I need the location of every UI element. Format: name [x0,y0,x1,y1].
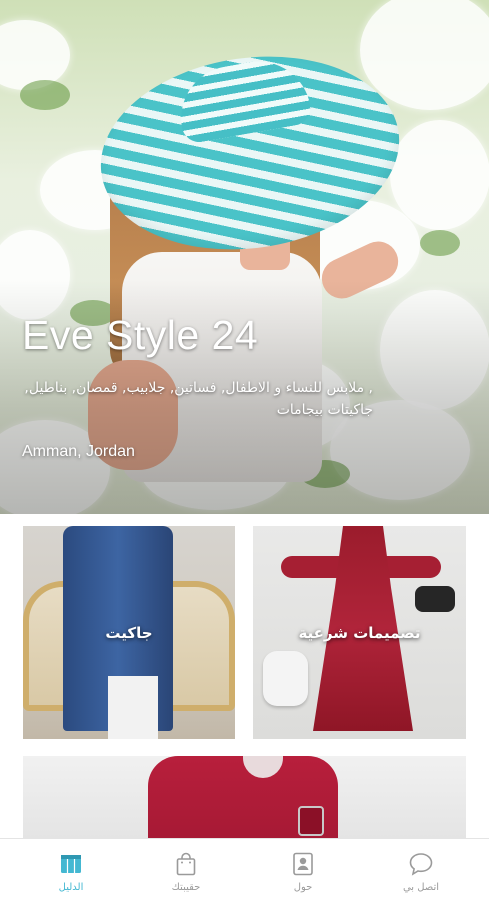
contact-card-icon [293,852,313,876]
category-card-shirt[interactable] [23,756,466,846]
directory-icon [61,855,81,873]
tab-label: حول [293,882,313,893]
tab-about[interactable]: حول [244,839,362,901]
bottom-tab-bar: اتصل بي حول حقيبتك الدليل [0,838,489,901]
category-label: جاكيت [105,623,153,642]
store-description: , ملابس للنساء و الاطفال, فساتين, جلابيب… [24,380,373,418]
store-location: Amman, Jordan [22,443,135,460]
tab-label: الدليل [58,882,84,893]
tab-contact-me[interactable]: اتصل بي [362,839,480,901]
chat-bubble-icon [409,853,433,876]
hero-banner: Eve Style 24 , ملابس للنساء و الاطفال, ف… [0,0,489,514]
tab-your-bag[interactable]: حقيبتك [127,839,245,901]
tab-label: اتصل بي [402,882,440,893]
tab-label: حقيبتك [171,882,201,893]
tab-directory[interactable]: الدليل [12,839,130,901]
store-title: Eve Style 24 [22,312,259,358]
category-label: تصميمات شرعية [298,623,421,642]
category-card-sharia-designs[interactable]: تصميمات شرعية [253,526,466,739]
shopping-bag-icon [176,852,196,876]
category-card-jacket[interactable]: جاكيت [23,526,235,739]
